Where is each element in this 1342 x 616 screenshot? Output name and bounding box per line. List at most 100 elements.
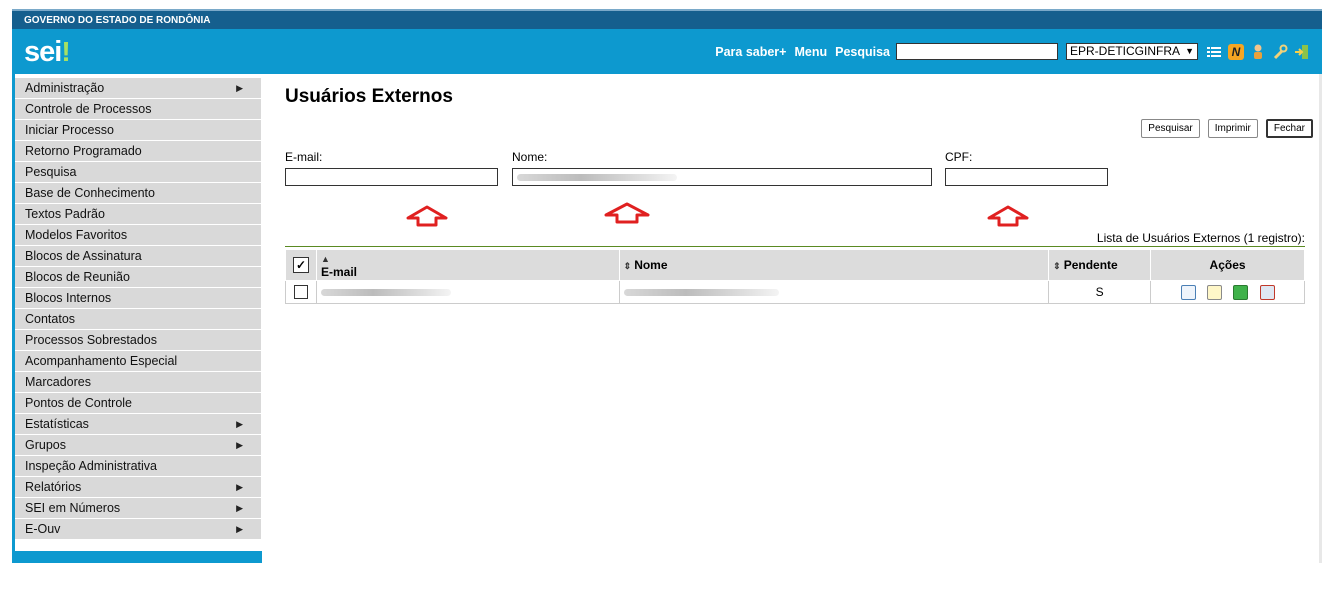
sidebar-item-label: Acompanhamento Especial xyxy=(25,354,178,368)
sidebar-item-contatos[interactable]: Contatos xyxy=(15,309,261,329)
name-column-label: Nome xyxy=(634,258,668,272)
sidebar-item-sei-em-numeros[interactable]: SEI em Números ▶ xyxy=(15,498,261,518)
sidebar-item-label: Estatísticas xyxy=(25,417,89,431)
email-field[interactable] xyxy=(285,168,498,186)
list-icon[interactable] xyxy=(1206,44,1222,60)
print-button[interactable]: Imprimir xyxy=(1207,119,1258,138)
sidebar-item-pesquisa[interactable]: Pesquisa xyxy=(15,162,261,182)
sidebar-item-blocos-de-reuniao[interactable]: Blocos de Reunião xyxy=(15,267,261,287)
sidebar-item-base-de-conhecimento[interactable]: Base de Conhecimento xyxy=(15,183,261,203)
sei-logo[interactable]: sei! xyxy=(24,35,71,69)
redacted-name-value xyxy=(623,289,779,296)
sidebar-item-controle-de-processos[interactable]: Controle de Processos xyxy=(15,99,261,119)
name-label: Nome: xyxy=(512,150,548,164)
chevron-right-icon: ▶ xyxy=(236,439,243,450)
sidebar-item-label: Administração xyxy=(25,81,105,95)
sidebar-item-inspecao-administrativa[interactable]: Inspeção Administrativa xyxy=(15,456,261,476)
sort-icon[interactable]: ▲ xyxy=(321,254,330,264)
table-caption: Lista de Usuários Externos (1 registro): xyxy=(1096,231,1305,245)
table-top-rule xyxy=(285,246,1305,247)
page-title: Usuários Externos xyxy=(285,86,453,107)
actions-column-header: Ações xyxy=(1150,249,1305,281)
sidebar-item-administracao[interactable]: Administração ▶ xyxy=(15,78,261,98)
app-header: sei! Para saber+ Menu Pesquisa EPR-DETIC… xyxy=(12,29,1322,74)
sidebar-footer xyxy=(12,551,262,563)
sidebar-item-label: Textos Padrão xyxy=(25,207,105,221)
logo-text: sei xyxy=(24,36,62,68)
select-all-checkbox[interactable]: ✓ xyxy=(292,257,309,273)
sidebar-item-retorno-programado[interactable]: Retorno Programado xyxy=(15,141,261,161)
nav-menu[interactable]: Menu xyxy=(794,45,827,59)
sidebar-item-blocos-de-assinatura[interactable]: Blocos de Assinatura xyxy=(15,246,261,266)
notepad-n-icon[interactable]: N xyxy=(1228,43,1244,60)
name-field[interactable] xyxy=(512,168,932,186)
table-row: S xyxy=(285,280,1305,304)
delete-icon[interactable] xyxy=(1259,284,1275,300)
sort-icon[interactable]: ⇕ xyxy=(624,261,632,271)
sidebar-item-label: Blocos de Assinatura xyxy=(25,249,142,263)
sidebar-item-relatorios[interactable]: Relatórios ▶ xyxy=(15,477,261,497)
chevron-right-icon: ▶ xyxy=(236,481,243,492)
government-bar: GOVERNO DO ESTADO DE RONDÔNIA xyxy=(12,11,1322,29)
edit-icon[interactable] xyxy=(1206,284,1222,300)
top-navigation: Para saber+ Menu Pesquisa EPR-DETICGINFR… xyxy=(707,29,1322,74)
wrench-icon[interactable] xyxy=(1272,44,1288,60)
cpf-field[interactable] xyxy=(945,168,1108,186)
sidebar-item-label: Processos Sobrestados xyxy=(25,333,158,347)
redacted-name-value xyxy=(517,174,677,181)
unit-select[interactable]: EPR-DETICGINFRA ▼ xyxy=(1066,43,1198,60)
email-label: E-mail: xyxy=(285,150,323,164)
view-icon[interactable] xyxy=(1180,284,1196,300)
row-checkbox[interactable] xyxy=(293,285,308,300)
sidebar-item-label: Relatórios xyxy=(25,480,82,494)
sidebar-item-pontos-de-controle[interactable]: Pontos de Controle xyxy=(15,393,261,413)
sidebar-menu: Administração ▶ Controle de Processos Inici… xyxy=(15,78,261,540)
select-all-header: ✓ xyxy=(285,249,317,281)
actions-column-label: Ações xyxy=(1209,258,1246,272)
row-pending-cell: S xyxy=(1048,280,1152,304)
sidebar-item-label: Pesquisa xyxy=(25,165,77,179)
nav-pesquisa[interactable]: Pesquisa xyxy=(835,45,890,59)
sort-icon[interactable]: ⇕ xyxy=(1053,261,1061,271)
row-name-cell xyxy=(618,280,1050,304)
sidebar-item-grupos[interactable]: Grupos ▶ xyxy=(15,435,261,455)
chevron-right-icon: ▶ xyxy=(236,418,243,429)
frame-right-border xyxy=(1319,74,1322,563)
sidebar-item-label: Grupos xyxy=(25,438,66,452)
chevron-right-icon: ▶ xyxy=(236,502,243,513)
sidebar-item-textos-padrao[interactable]: Textos Padrão xyxy=(15,204,261,224)
sidebar-item-label: Inspeção Administrativa xyxy=(25,459,158,473)
sidebar-item-label: Controle de Processos xyxy=(25,102,152,116)
annotation-arrow-up-icon xyxy=(604,202,650,224)
sidebar-item-blocos-internos[interactable]: Blocos Internos xyxy=(15,288,261,308)
search-button[interactable]: Pesquisar xyxy=(1141,119,1200,138)
sidebar-item-marcadores[interactable]: Marcadores xyxy=(15,372,261,392)
recycle-icon[interactable] xyxy=(1233,284,1249,300)
users-table: ✓ ▲ E-mail ⇕ Nome ⇕ Pendente Ações S xyxy=(285,249,1305,304)
sidebar-item-label: SEI em Números xyxy=(25,501,121,515)
chevron-right-icon: ▶ xyxy=(236,82,243,93)
row-select-cell xyxy=(285,280,317,304)
row-actions-cell xyxy=(1150,280,1305,304)
sidebar-item-label: Base de Conhecimento xyxy=(25,186,155,200)
nav-para-saber[interactable]: Para saber+ xyxy=(715,45,786,59)
quick-search-input[interactable] xyxy=(896,43,1058,60)
user-icon[interactable] xyxy=(1250,44,1266,60)
email-column-header[interactable]: ▲ E-mail xyxy=(315,249,620,281)
sidebar-item-e-ouv[interactable]: E-Ouv ▶ xyxy=(15,519,261,539)
sidebar-item-acompanhamento-especial[interactable]: Acompanhamento Especial xyxy=(15,351,261,371)
close-button[interactable]: Fechar xyxy=(1265,119,1313,138)
sidebar-item-estatisticas[interactable]: Estatísticas ▶ xyxy=(15,414,261,434)
name-column-header[interactable]: ⇕ Nome xyxy=(618,249,1050,281)
exit-icon[interactable] xyxy=(1294,44,1310,60)
pending-column-header[interactable]: ⇕ Pendente xyxy=(1048,249,1152,281)
sidebar-item-label: Modelos Favoritos xyxy=(25,228,128,242)
sidebar-item-label: Marcadores xyxy=(25,375,91,389)
email-column-label: E-mail xyxy=(320,265,357,279)
sidebar-item-modelos-favoritos[interactable]: Modelos Favoritos xyxy=(15,225,261,245)
sidebar-item-label: Contatos xyxy=(25,312,76,326)
sidebar-item-iniciar-processo[interactable]: Iniciar Processo xyxy=(15,120,261,140)
sidebar-item-label: Blocos Internos xyxy=(25,291,112,305)
redacted-email-value xyxy=(320,289,451,296)
sidebar-item-processos-sobrestados[interactable]: Processos Sobrestados xyxy=(15,330,261,350)
